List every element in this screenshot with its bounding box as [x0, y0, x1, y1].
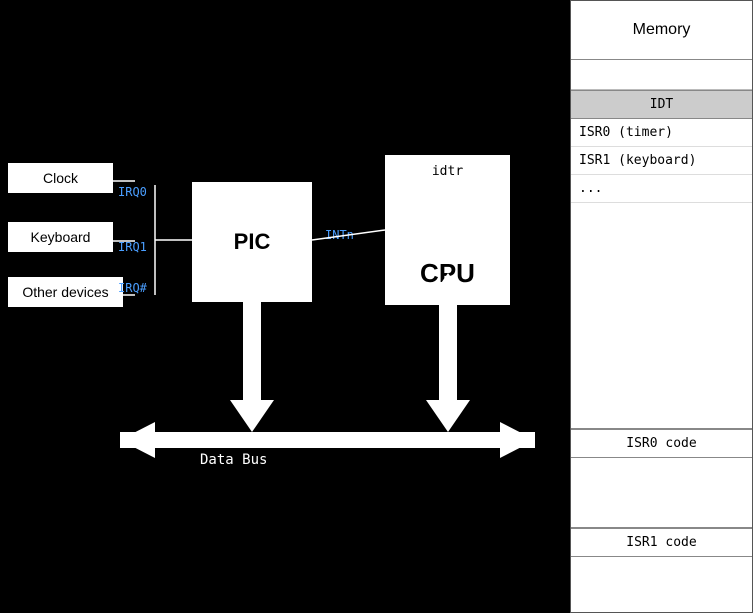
memory-idt-label: IDT — [571, 90, 752, 119]
clock-label: Clock — [43, 170, 78, 186]
data-bus-label: Data Bus — [200, 452, 267, 468]
cpu-label: CPU — [386, 258, 509, 289]
clock-device: Clock — [8, 163, 113, 193]
other-devices-label: Other devices — [22, 284, 108, 300]
intn-label: INTn — [325, 228, 354, 242]
memory-title: Memory — [571, 1, 752, 60]
memory-isr1-code-label: ISR1 code — [571, 528, 752, 557]
memory-panel: Memory IDT ISR0 (timer) ISR1 (keyboard) … — [570, 0, 753, 613]
diagram-area: Clock Keyboard Other devices IRQ0 IRQ1 I… — [0, 0, 570, 613]
memory-isr0-code-label: ISR0 code — [571, 429, 752, 458]
memory-isr1-code-area — [571, 557, 752, 612]
idtr-label: idtr — [386, 164, 509, 179]
irqn-label: IRQ# — [118, 281, 147, 295]
other-devices: Other devices — [8, 277, 123, 307]
pic-box: PIC — [192, 182, 312, 302]
cpu-box: idtr CPU — [385, 155, 510, 305]
memory-top-empty — [571, 60, 752, 90]
memory-ellipsis: ... — [571, 175, 752, 203]
irq1-label: IRQ1 — [118, 240, 147, 254]
memory-isr1-keyboard: ISR1 (keyboard) — [571, 147, 752, 175]
pic-label: PIC — [234, 229, 271, 255]
memory-middle-empty — [571, 203, 752, 429]
memory-isr0-timer: ISR0 (timer) — [571, 119, 752, 147]
keyboard-device: Keyboard — [8, 222, 113, 252]
keyboard-label: Keyboard — [31, 229, 91, 245]
irq0-label: IRQ0 — [118, 185, 147, 199]
memory-isr0-code-area — [571, 458, 752, 528]
